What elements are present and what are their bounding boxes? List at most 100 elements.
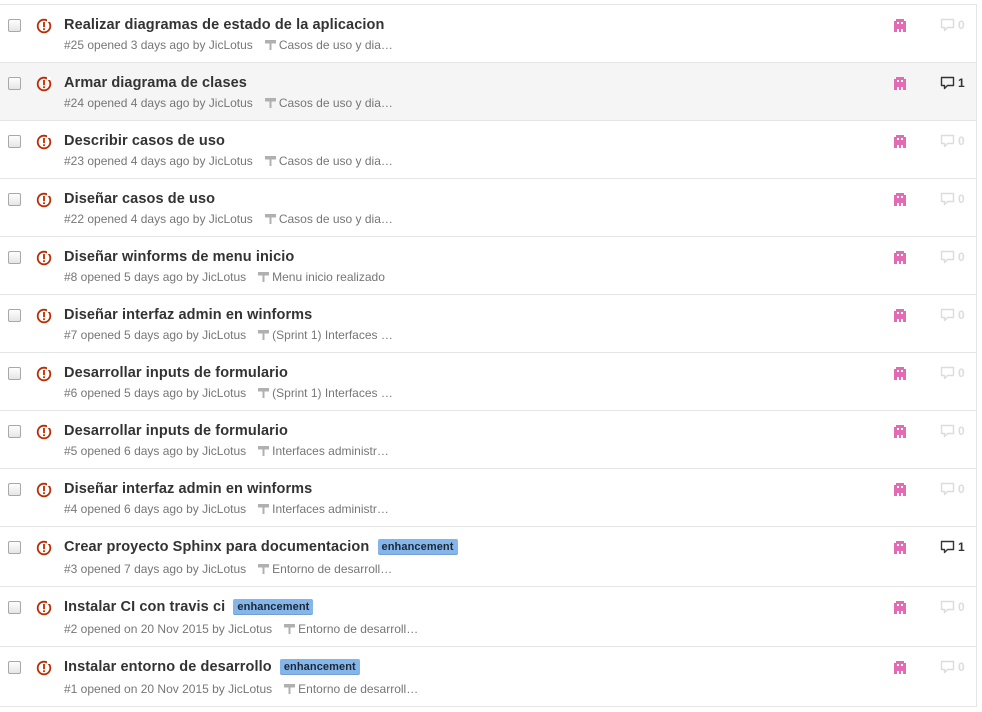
issue-checkbox[interactable] [8,193,21,206]
assignee-avatar-icon[interactable] [893,660,907,674]
issue-comments[interactable]: 0 [940,660,965,674]
issue-title-link[interactable]: Desarrollar inputs de formulario [64,423,288,439]
issue-milestone[interactable]: Casos de uso y dia… [264,212,393,226]
issue-meta: #23 opened 4 days ago by JicLotus Casos d… [64,154,393,168]
issue-title-link[interactable]: Instalar CI con travis ci [64,599,225,615]
issue-meta: #8 opened 5 days ago by JicLotus Menu ini… [64,270,385,284]
assignee-avatar-icon[interactable] [893,540,907,554]
issue-row[interactable]: Diseñar interfaz admin en winforms #4 ope… [0,469,976,527]
issue-checkbox[interactable] [8,135,21,148]
issue-milestone[interactable]: Menu inicio realizado [258,270,385,284]
issue-comments[interactable]: 0 [940,192,965,206]
issue-title-row: Armar diagrama de clases [64,75,247,91]
issue-row[interactable]: Instalar entorno de desarrollo enhanceme… [0,647,976,707]
issue-milestone[interactable]: (Sprint 1) Interfaces … [258,328,393,342]
issue-checkbox[interactable] [8,483,21,496]
issue-milestone[interactable]: (Sprint 1) Interfaces … [258,386,393,400]
issue-milestone[interactable]: Interfaces administr… [258,502,389,516]
issue-milestone[interactable]: Entorno de desarroll… [258,562,392,576]
assignee-avatar-icon[interactable] [893,18,907,32]
issue-row[interactable]: Diseñar winforms de menu inicio #8 opened… [0,237,976,295]
issue-checkbox[interactable] [8,367,21,380]
issue-title-link[interactable]: Diseñar winforms de menu inicio [64,249,294,265]
issue-title-row: Instalar entorno de desarrollo enhanceme… [64,659,360,675]
assignee-avatar-icon[interactable] [893,424,907,438]
issue-comments[interactable]: 1 [940,76,965,90]
comment-icon [940,366,955,380]
issue-row[interactable]: Diseñar interfaz admin en winforms #7 ope… [0,295,976,353]
issue-label-enhancement[interactable]: enhancement [377,539,458,555]
assignee-avatar-icon[interactable] [893,308,907,322]
issue-milestone[interactable]: Entorno de desarroll… [284,622,418,636]
issue-checkbox[interactable] [8,77,21,90]
issue-comments[interactable]: 0 [940,308,965,322]
issue-row[interactable]: Describir casos de uso #23 opened 4 days … [0,121,976,179]
assignee-avatar-icon[interactable] [893,192,907,206]
issue-title-link[interactable]: Diseñar interfaz admin en winforms [64,481,312,497]
issue-meta: #2 opened on 20 Nov 2015 by JicLotus Ento… [64,622,418,636]
issue-title-row: Realizar diagramas de estado de la aplic… [64,17,384,33]
issue-meta-text: #4 opened 6 days ago by JicLotus [64,502,247,516]
issue-checkbox[interactable] [8,425,21,438]
issue-comments[interactable]: 0 [940,18,965,32]
issue-title-link[interactable]: Desarrollar inputs de formulario [64,365,288,381]
issue-row[interactable]: Instalar CI con travis ci enhancement #2 … [0,587,976,647]
issue-row[interactable]: Desarrollar inputs de formulario #5 opene… [0,411,976,469]
issue-title-link[interactable]: Diseñar casos de uso [64,191,215,207]
issue-comments[interactable]: 0 [940,134,965,148]
issue-row[interactable]: Realizar diagramas de estado de la aplic… [0,5,976,63]
assignee-avatar-icon[interactable] [893,134,907,148]
comment-count: 0 [958,600,965,614]
issue-row[interactable]: Desarrollar inputs de formulario #6 opene… [0,353,976,411]
assignee-avatar-icon[interactable] [893,76,907,90]
assignee-avatar-icon[interactable] [893,482,907,496]
issue-opened-icon [36,600,52,616]
issue-title-link[interactable]: Instalar entorno de desarrollo [64,659,272,675]
issue-checkbox[interactable] [8,541,21,554]
comment-count: 0 [958,134,965,148]
issue-list: Realizar diagramas de estado de la aplic… [0,4,977,707]
issue-row[interactable]: Diseñar casos de uso #22 opened 4 days ag… [0,179,976,237]
issue-meta: #6 opened 5 days ago by JicLotus (Sprint … [64,386,393,400]
assignee-avatar-icon[interactable] [893,366,907,380]
comment-icon [940,134,955,148]
issue-milestone[interactable]: Casos de uso y dia… [264,154,393,168]
issue-milestone[interactable]: Casos de uso y dia… [264,96,393,110]
assignee-avatar-icon[interactable] [893,250,907,264]
issue-checkbox[interactable] [8,309,21,322]
issue-milestone[interactable]: Entorno de desarroll… [284,682,418,696]
issue-title-link[interactable]: Realizar diagramas de estado de la aplic… [64,17,384,33]
issue-title-row: Crear proyecto Sphinx para documentacion… [64,539,458,555]
milestone-icon [284,623,296,634]
issue-title-link[interactable]: Describir casos de uso [64,133,225,149]
issue-comments[interactable]: 0 [940,366,965,380]
issue-meta: #4 opened 6 days ago by JicLotus Interfac… [64,502,389,516]
issue-comments[interactable]: 1 [940,540,965,554]
issue-meta-text: #24 opened 4 days ago by JicLotus [64,96,253,110]
assignee-avatar-icon[interactable] [893,600,907,614]
issue-title-link[interactable]: Armar diagrama de clases [64,75,247,91]
issue-row[interactable]: Crear proyecto Sphinx para documentacion… [0,527,976,587]
issue-title-link[interactable]: Diseñar interfaz admin en winforms [64,307,312,323]
issue-comments[interactable]: 0 [940,250,965,264]
milestone-icon [284,683,296,694]
issue-label-enhancement[interactable]: enhancement [233,599,314,615]
issue-row[interactable]: Armar diagrama de clases #24 opened 4 day… [0,63,976,121]
issue-meta: #3 opened 7 days ago by JicLotus Entorno … [64,562,392,576]
issue-milestone[interactable]: Interfaces administr… [258,444,389,458]
comment-icon [940,600,955,614]
issue-comments[interactable]: 0 [940,600,965,614]
issue-label-enhancement[interactable]: enhancement [279,659,360,675]
issue-checkbox[interactable] [8,19,21,32]
milestone-icon [264,213,276,224]
issue-comments[interactable]: 0 [940,424,965,438]
milestone-label: Entorno de desarroll… [298,622,419,636]
issue-milestone[interactable]: Casos de uso y dia… [264,38,393,52]
issue-opened-icon [36,76,52,92]
issue-title-link[interactable]: Crear proyecto Sphinx para documentacion [64,539,369,555]
issue-comments[interactable]: 0 [940,482,965,496]
issue-checkbox[interactable] [8,251,21,264]
milestone-label: Entorno de desarroll… [272,562,393,576]
issue-checkbox[interactable] [8,601,21,614]
issue-checkbox[interactable] [8,661,21,674]
